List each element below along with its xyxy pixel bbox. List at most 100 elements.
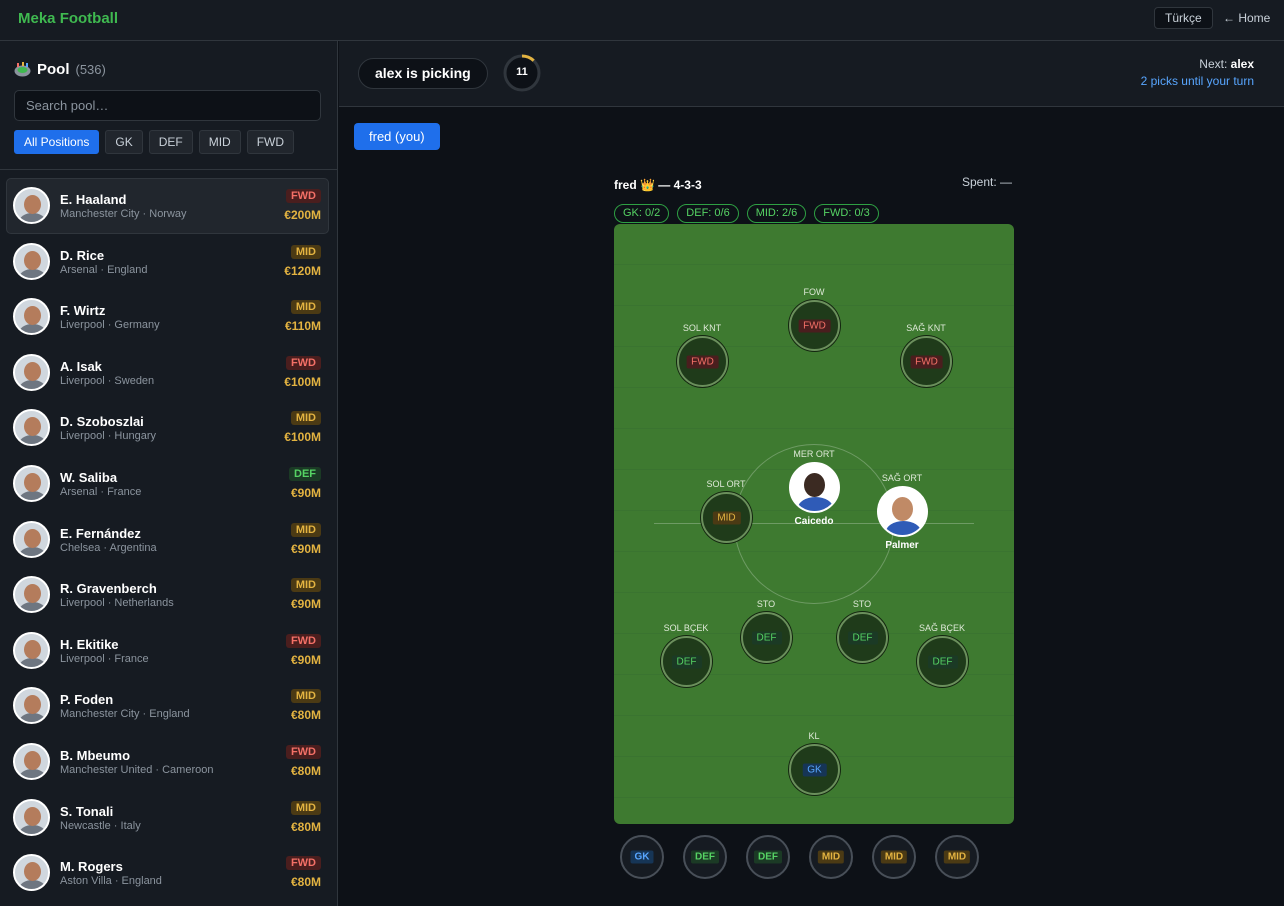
player-name: W. Saliba — [60, 469, 118, 485]
player-price: €90M — [290, 485, 321, 500]
player-name: H. Ekitike — [60, 636, 119, 652]
filter-all-positions[interactable]: All Positions — [14, 130, 100, 154]
bench-tag: DEF — [691, 850, 719, 864]
player-name: R. Gravenberch — [60, 581, 157, 597]
bench-slot[interactable]: MID — [935, 835, 979, 879]
position-badge: DEF — [289, 466, 321, 481]
pitch: FOW FWD SOL KNT FWD SAĞ KNT FWD MER ORT … — [614, 224, 1014, 824]
avatar — [13, 854, 50, 892]
player-club-country: Liverpool · Hungary — [60, 430, 156, 443]
picking-status: alex is picking — [358, 58, 488, 89]
avatar — [13, 742, 50, 780]
player-row[interactable]: B. Mbeumo Manchester United · Cameroon FWD… — [6, 734, 329, 790]
bench-tag: MID — [943, 850, 971, 864]
player-club-country: Liverpool · Netherlands — [60, 597, 174, 610]
bench-slot[interactable]: DEF — [683, 835, 727, 879]
player-name: D. Rice — [60, 247, 105, 263]
bench-tag: MID — [880, 850, 908, 864]
player-name: E. Fernández — [60, 525, 141, 541]
player-price: €200M — [284, 208, 321, 222]
timer-value: 11 — [516, 66, 528, 78]
player-price: €80M — [290, 708, 321, 723]
picks-until-turn: 2 picks until your turn — [1140, 74, 1254, 88]
player-row[interactable]: F. Wirtz Liverpool · Germany MID €110M — [6, 289, 329, 345]
avatar — [13, 353, 50, 391]
slot-sag-bcek[interactable]: DEF — [917, 636, 968, 687]
team-tab-fred[interactable]: fred (you) — [354, 123, 440, 150]
player-name: D. Szoboszlai — [60, 414, 144, 430]
counter-gk: GK: 0/2 — [614, 204, 670, 223]
bench-slot[interactable]: MID — [872, 835, 916, 879]
position-badge: MID — [290, 522, 321, 537]
player-list: E. Haaland Manchester City · Norway FWD €20… — [6, 178, 329, 901]
avatar — [13, 687, 50, 725]
filter-def[interactable]: DEF — [148, 130, 193, 154]
position-badge: MID — [290, 411, 321, 426]
counter-fwd: FWD: 0/3 — [814, 204, 879, 223]
player-row[interactable]: A. Isak Liverpool · Sweden FWD €100M — [6, 345, 329, 401]
slot-sag-knt[interactable]: FWD — [901, 336, 952, 387]
player-price: €80M — [290, 819, 321, 834]
player-name: P. Foden — [60, 692, 114, 708]
player-row[interactable]: R. Gravenberch Liverpool · Netherlands MID… — [6, 567, 329, 623]
slot-kl[interactable]: GK — [789, 744, 840, 795]
home-link[interactable]: ← Home — [1223, 11, 1270, 25]
slot-sto-left[interactable]: DEF — [741, 612, 792, 663]
player-price: €110M — [284, 319, 321, 334]
bench-tag: MID — [817, 850, 845, 864]
filter-gk[interactable]: GK — [105, 130, 143, 154]
slot-tag: FWD — [910, 355, 943, 368]
position-badge: MID — [290, 244, 321, 259]
slot-tag: GK — [802, 763, 827, 776]
slot-fow[interactable]: FWD — [789, 300, 840, 351]
player-row[interactable]: P. Foden Manchester City · England MID €80M — [6, 678, 329, 734]
filter-mid[interactable]: MID — [198, 130, 241, 154]
player-row[interactable]: M. Rogers Aston Villa · England FWD €80M — [6, 845, 329, 901]
player-club-country: Liverpool · Germany — [60, 319, 160, 332]
slot-label-sol-knt: SOL KNT — [682, 323, 722, 333]
avatar — [13, 798, 50, 836]
player-name: S. Tonali — [60, 803, 114, 819]
player-photo-caicedo[interactable] — [789, 462, 840, 513]
player-row[interactable]: H. Ekitike Liverpool · France FWD €90M — [6, 623, 329, 679]
position-badge: FWD — [285, 633, 321, 648]
avatar — [13, 576, 50, 614]
player-row[interactable]: D. Szoboszlai Liverpool · Hungary MID €100M — [6, 400, 329, 456]
position-badge: FWD — [285, 355, 321, 370]
filter-fwd[interactable]: FWD — [246, 130, 295, 154]
slot-tag: MID — [712, 511, 741, 524]
player-row[interactable]: S. Tonali Newcastle · Italy MID €80M — [6, 790, 329, 846]
player-price: €90M — [290, 597, 321, 612]
position-badge: MID — [290, 689, 321, 704]
bench-slot[interactable]: MID — [809, 835, 853, 879]
player-club-country: Liverpool · Sweden — [60, 374, 155, 387]
counter-mid: MID: 2/6 — [746, 204, 807, 223]
slot-tag: FWD — [686, 355, 719, 368]
player-club-country: Chelsea · Argentina — [60, 541, 157, 554]
bench-slot[interactable]: DEF — [746, 835, 790, 879]
player-photo-palmer[interactable] — [877, 486, 928, 537]
slot-sol-knt[interactable]: FWD — [677, 336, 728, 387]
language-button[interactable]: Türkçe — [1154, 7, 1213, 29]
pool-sidebar: Pool (536) All PositionsGKDEFMIDFWD E. H… — [0, 41, 338, 906]
stadium-icon — [14, 62, 31, 77]
search-input[interactable] — [14, 90, 321, 121]
divider — [0, 169, 337, 170]
slot-label-sol-bcek: SOL BÇEK — [663, 623, 709, 633]
player-club-country: Manchester City · England — [60, 708, 190, 721]
slot-label-sag-bcek: SAĞ BÇEK — [918, 623, 966, 633]
slot-sto-right[interactable]: DEF — [837, 612, 888, 663]
player-club-country: Liverpool · France — [60, 652, 149, 665]
player-row[interactable]: D. Rice Arsenal · England MID €120M — [6, 234, 329, 290]
player-row[interactable]: E. Haaland Manchester City · Norway FWD €20… — [6, 178, 329, 234]
slot-label-sto-right: STO — [852, 599, 872, 609]
slot-sol-ort[interactable]: MID — [701, 492, 752, 543]
player-row[interactable]: E. Fernández Chelsea · Argentina MID €90M — [6, 512, 329, 568]
brand-logo[interactable]: Meka Football — [18, 10, 118, 27]
player-price: €120M — [284, 263, 321, 278]
position-badge: MID — [290, 300, 321, 315]
player-row[interactable]: W. Saliba Arsenal · France DEF €90M — [6, 456, 329, 512]
bench-slot[interactable]: GK — [620, 835, 664, 879]
player-price: €100M — [284, 430, 321, 445]
slot-sol-bcek[interactable]: DEF — [661, 636, 712, 687]
